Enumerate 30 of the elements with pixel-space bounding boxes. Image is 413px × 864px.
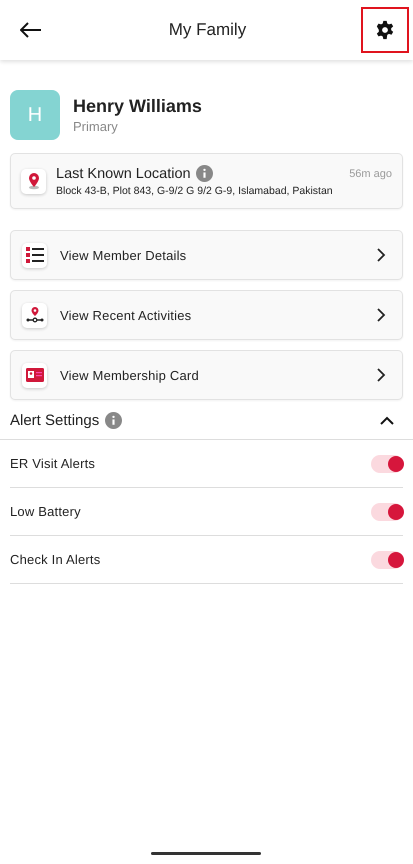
chevron-right-icon	[376, 367, 386, 383]
member-name: Henry Williams	[73, 96, 202, 117]
toggle-switch[interactable]	[371, 550, 403, 568]
settings-button[interactable]	[360, 7, 409, 53]
route-pin-icon	[26, 307, 44, 323]
toggle-switch[interactable]	[371, 502, 403, 520]
info-icon[interactable]	[196, 165, 213, 182]
id-card-icon	[26, 368, 44, 382]
back-arrow-icon	[20, 22, 42, 38]
member-role: Primary	[73, 119, 119, 134]
location-address: Block 43-B, Plot 843, G-9/2 G 9/2 G-9, Islamabad, Pakistan	[56, 185, 334, 197]
chevron-right-icon	[376, 307, 386, 323]
chevron-right-icon	[376, 247, 386, 263]
alert-label: Check In Alerts	[10, 552, 100, 567]
chevron-up-icon	[380, 416, 394, 425]
screen-title: My Family	[168, 20, 246, 40]
info-icon[interactable]	[105, 412, 122, 429]
menu-item[interactable]: View Recent Activities	[10, 290, 403, 340]
toggle-switch[interactable]	[371, 454, 403, 472]
member-avatar: H	[10, 90, 60, 140]
settings-icon	[374, 20, 395, 40]
section-title: Alert Settings	[10, 412, 100, 429]
alert-label: Low Battery	[10, 504, 81, 519]
list-icon	[26, 247, 44, 263]
menu-item[interactable]: View Member Details	[10, 230, 403, 280]
alert-label: ER Visit Alerts	[10, 456, 96, 471]
menu-item[interactable]: View Membership Card	[10, 350, 403, 400]
location-time: 56m ago	[349, 168, 392, 180]
location-title: Last Known Location	[56, 166, 191, 182]
location-pin-icon	[21, 168, 46, 194]
